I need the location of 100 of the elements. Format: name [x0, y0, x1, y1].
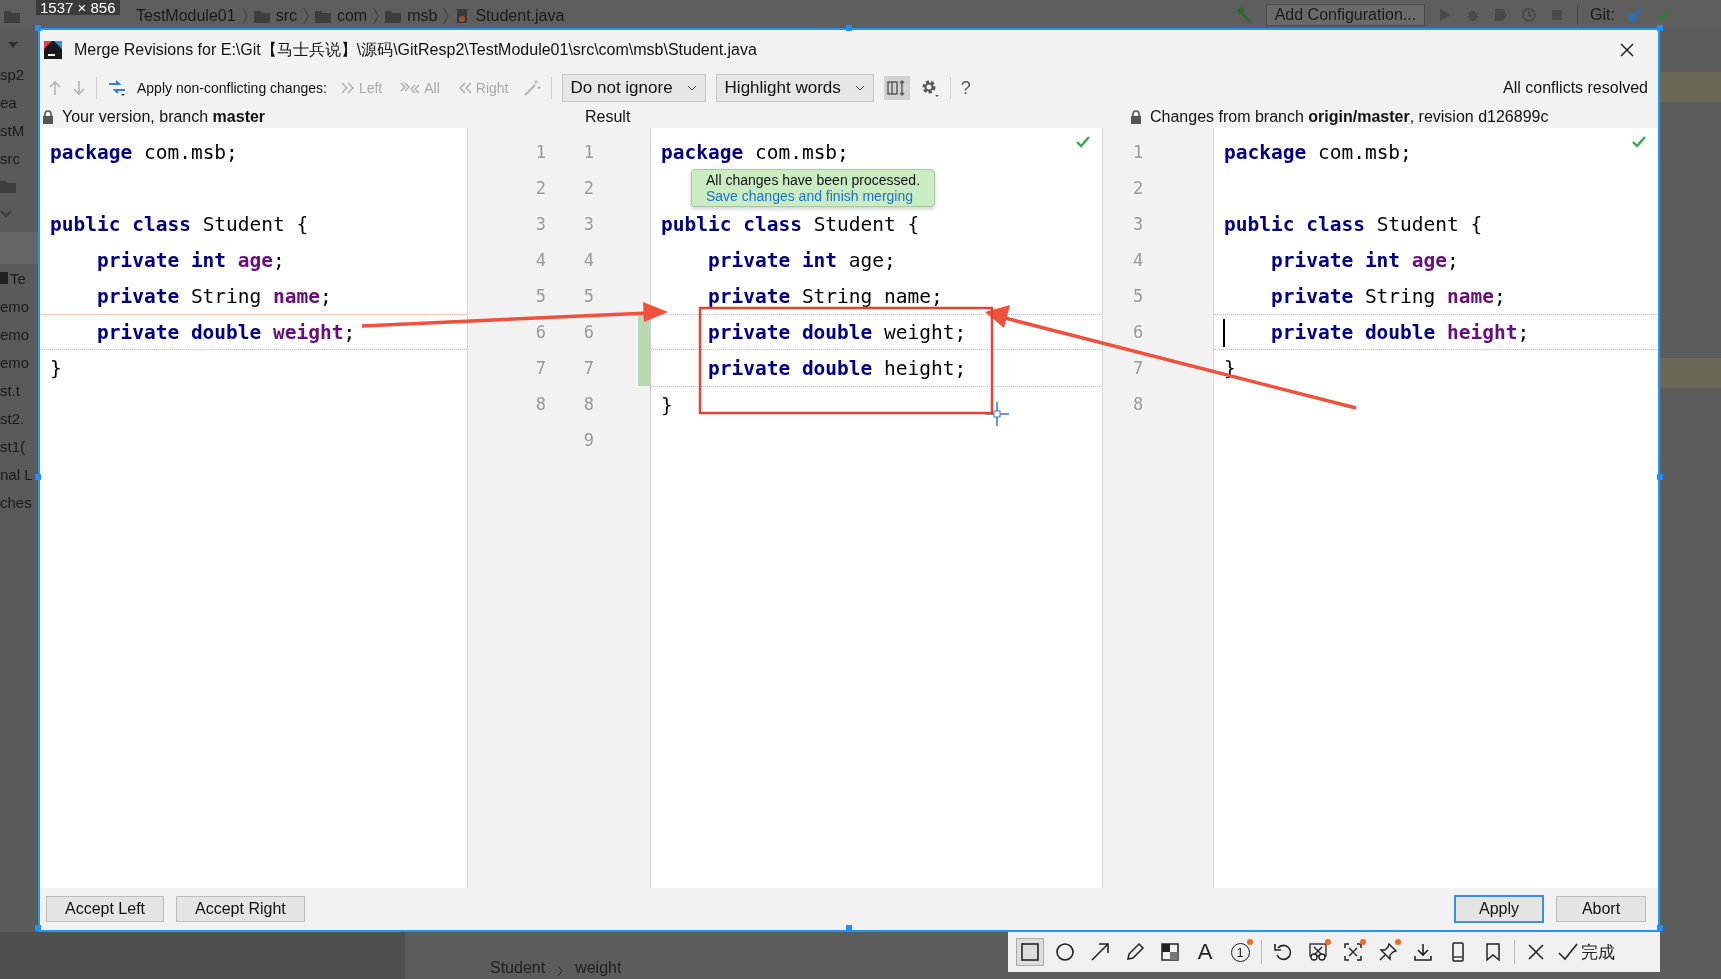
highlight-band [1660, 72, 1721, 102]
resize-handle[interactable] [35, 474, 41, 480]
checkmark-icon[interactable] [1655, 7, 1671, 23]
resize-handle[interactable] [1657, 474, 1663, 480]
code-line: private int age; [706, 248, 896, 272]
highlight-band [1660, 358, 1721, 388]
highlight-dropdown[interactable]: Highlight words [715, 74, 874, 102]
chevron-icon[interactable] [0, 210, 12, 218]
git-label: Git: [1590, 6, 1615, 24]
checkmark-icon [1632, 136, 1646, 148]
code-line: public class Student { [50, 212, 309, 236]
line-number: 4 [1133, 250, 1144, 270]
dialog-button[interactable]: Abort [1556, 896, 1646, 922]
done-button[interactable]: 完成 [1557, 940, 1615, 964]
breadcrumb-item[interactable]: TestModule01 [136, 7, 236, 25]
dropdown-arrow-icon[interactable] [8, 42, 18, 48]
line-number: 9 [582, 430, 594, 450]
code-line: private double weight; [95, 320, 356, 344]
code-line: private double weight; [706, 320, 967, 344]
code-line: private String name; [95, 284, 332, 308]
close-icon[interactable] [1620, 43, 1634, 57]
status-text: All conflicts resolved [1503, 79, 1648, 97]
code-line: private int age; [1269, 248, 1459, 272]
columns-toggle[interactable] [883, 76, 910, 100]
resize-handle[interactable] [846, 925, 852, 931]
checkmark-icon [1076, 136, 1090, 148]
rectangle-tool-icon[interactable] [1016, 938, 1044, 966]
finish-merge-link[interactable]: Save changes and finish merging [706, 188, 921, 204]
resize-handle[interactable] [1657, 25, 1663, 31]
java-file-icon [455, 8, 470, 24]
breadcrumb-item[interactable]: Student.java [475, 7, 565, 25]
tree-item[interactable]: src [0, 144, 38, 172]
breadcrumb-item[interactable]: weight [575, 959, 622, 977]
accept-button[interactable]: Accept Right [176, 896, 305, 922]
line-number: 8 [1133, 394, 1144, 414]
breadcrumb-item[interactable]: src [275, 7, 297, 25]
folder-icon [0, 179, 16, 193]
run-configuration-button[interactable]: Add Configuration... [1265, 4, 1426, 26]
breadcrumb-item[interactable]: com [336, 7, 368, 25]
resize-handle[interactable] [35, 25, 41, 31]
chevron-icon [302, 6, 309, 26]
down-arrow-icon[interactable] [72, 80, 86, 96]
tree-item[interactable]: st1( [0, 432, 38, 460]
tree-item[interactable]: nal L [0, 460, 38, 488]
dialog-button[interactable]: Apply [1454, 895, 1544, 923]
code-line: private int age; [95, 248, 285, 272]
file-icon [0, 272, 8, 284]
tree-item[interactable]: emo [0, 348, 38, 376]
selected-row[interactable] [0, 232, 38, 264]
tree-item[interactable]: sp2 [0, 60, 38, 88]
code-line: private double height; [1269, 320, 1530, 344]
tooltip-message: All changes have been processed. [706, 172, 921, 188]
help-button[interactable]: ? [960, 77, 971, 99]
folder-icon [314, 9, 331, 23]
tree-item[interactable]: ea [0, 88, 38, 116]
tree-item[interactable]: emo [0, 292, 38, 320]
lock-icon [42, 110, 54, 124]
chevron-icon [443, 6, 450, 26]
resize-handle[interactable] [1657, 925, 1663, 931]
line-number: 2 [535, 178, 546, 198]
chevron-icon [241, 6, 248, 26]
pane-header: Result [584, 108, 632, 126]
lock-icon [1130, 110, 1142, 124]
line-number: 6 [582, 322, 594, 342]
resize-handle[interactable] [35, 925, 41, 931]
folder-icon [253, 9, 270, 23]
magic-wand-icon[interactable] [522, 79, 541, 97]
tree-item[interactable]: st2. [0, 404, 38, 432]
breadcrumb-item[interactable]: msb [407, 7, 438, 25]
resize-handle[interactable] [846, 25, 852, 31]
line-number: 2 [1133, 178, 1144, 198]
merge-arrows-icon[interactable] [107, 78, 127, 98]
text-tool-button[interactable]: A [1191, 938, 1219, 966]
update-arrow-icon[interactable] [1627, 7, 1643, 23]
checkmark-icon [1557, 942, 1579, 962]
line-number: 5 [535, 286, 546, 306]
double-chevron-icon [340, 82, 355, 94]
tree-item[interactable]: stM [0, 116, 38, 144]
code-line: } [661, 393, 673, 417]
up-arrow-icon[interactable] [48, 80, 62, 96]
chevron-icon [373, 6, 380, 26]
accept-button[interactable]: Accept Left [46, 896, 165, 922]
line-number: 1 [1133, 142, 1144, 162]
tree-item[interactable]: st.t [0, 376, 38, 404]
line-number: 8 [582, 394, 594, 414]
code-line: package com.msb; [1224, 140, 1412, 164]
ignore-dropdown[interactable]: Do not ignore [561, 74, 706, 102]
code-line: public class Student { [661, 212, 920, 236]
tree-item[interactable]: ches [0, 488, 38, 516]
line-number: 1 [535, 142, 546, 162]
caret-icon [854, 85, 865, 91]
chevron-icon [557, 965, 564, 977]
tree-item[interactable]: Te [10, 269, 26, 287]
tree-item[interactable]: emo [0, 320, 38, 348]
line-number: 5 [1133, 286, 1144, 306]
line-number: 3 [1133, 214, 1144, 234]
line-number: 6 [535, 322, 546, 342]
app-icon [44, 41, 62, 59]
breadcrumb-item[interactable]: Student [490, 959, 546, 977]
code-line: package com.msb; [50, 140, 238, 164]
